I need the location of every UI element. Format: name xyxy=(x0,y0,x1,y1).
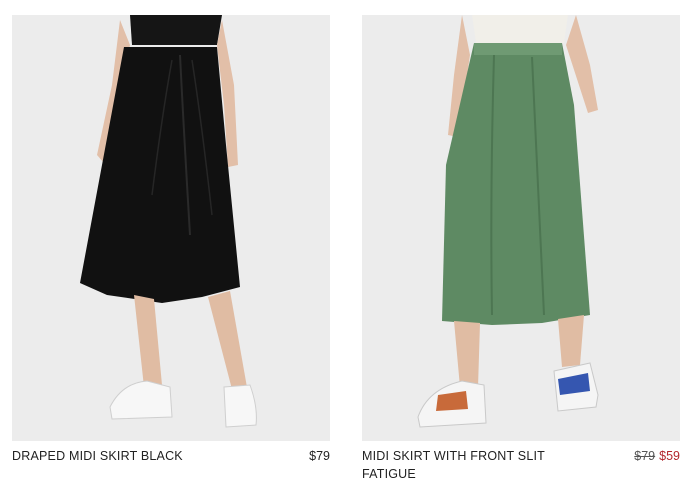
product-info: DRAPED MIDI SKIRT BLACK $79 xyxy=(12,447,330,480)
product-info: MIDI SKIRT WITH FRONT SLIT FATIGUE $79 $5… xyxy=(362,447,680,480)
product-photo-green-skirt xyxy=(362,15,680,441)
product-card-draped-midi-skirt[interactable]: DRAPED MIDI SKIRT BLACK $79 xyxy=(12,15,330,480)
price-value: $79 xyxy=(309,449,330,463)
product-name[interactable]: DRAPED MIDI SKIRT BLACK xyxy=(12,447,212,465)
product-price: $79 $59 xyxy=(634,447,680,465)
product-photo-black-skirt xyxy=(12,15,330,441)
sale-price: $59 xyxy=(659,449,680,463)
original-price: $79 xyxy=(634,449,656,463)
product-name[interactable]: MIDI SKIRT WITH FRONT SLIT FATIGUE xyxy=(362,447,562,480)
product-image-draped-midi-skirt[interactable] xyxy=(12,15,330,441)
product-price: $79 xyxy=(309,447,330,465)
product-card-midi-skirt-front-slit[interactable]: MIDI SKIRT WITH FRONT SLIT FATIGUE $79 $5… xyxy=(362,15,680,480)
product-image-midi-skirt-front-slit[interactable] xyxy=(362,15,680,441)
